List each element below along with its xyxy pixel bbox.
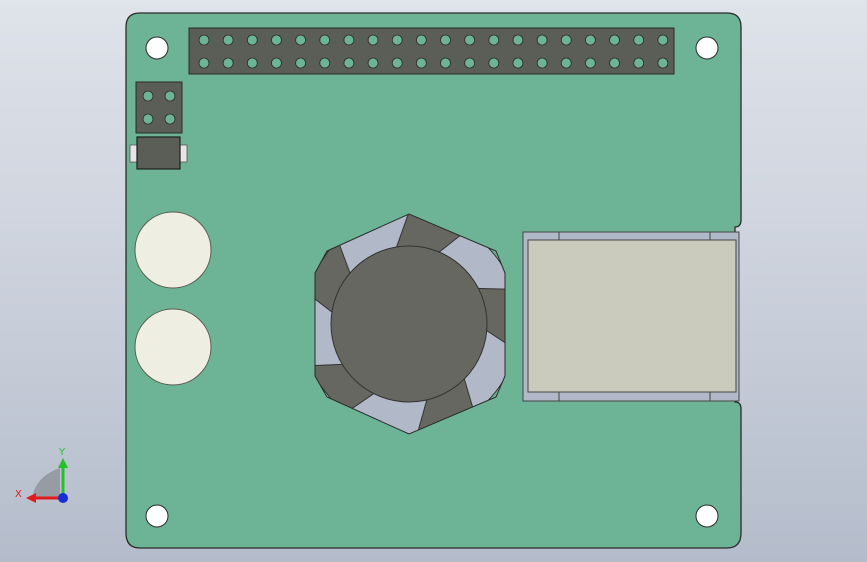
smd-body (136, 136, 181, 170)
gpio-pin (560, 34, 572, 46)
x-axis-arrowhead (26, 493, 36, 503)
buzzer-top (134, 211, 212, 289)
gpio-pin (415, 34, 427, 46)
gpio-pin (512, 34, 524, 46)
y-axis-label: Y (58, 447, 66, 458)
gpio-pin (222, 57, 234, 69)
axis-triad: Y X (15, 447, 68, 503)
gpio-pin (222, 34, 234, 46)
cad-viewport[interactable]: Y X (0, 0, 867, 562)
small-header[interactable] (135, 81, 183, 134)
mounting-hole-bottom-right (695, 504, 719, 528)
gpio-pin (609, 57, 620, 69)
gpio-pin (536, 57, 548, 69)
gpio-pin (585, 57, 596, 69)
gpio-pin (246, 57, 258, 69)
side-connector[interactable] (522, 231, 740, 402)
gpio-pin (319, 34, 331, 46)
gpio-pin (246, 34, 258, 46)
gpio-pin (415, 57, 427, 69)
gpio-pin (198, 34, 210, 46)
small-header-pin (142, 90, 154, 102)
gpio-pin (657, 57, 669, 69)
mounting-hole-top-left (145, 36, 169, 60)
gpio-pin (488, 57, 500, 69)
gpio-pin (633, 57, 645, 69)
smd-component[interactable] (129, 136, 188, 170)
gpio-pin (343, 34, 355, 46)
small-header-body (135, 81, 183, 134)
gpio-pin (585, 34, 596, 46)
x-axis-label: X (15, 489, 22, 500)
gpio-pin (319, 57, 331, 69)
gpio-pin (560, 57, 572, 69)
gpio-pin (512, 57, 524, 69)
y-axis-arrowhead (58, 458, 68, 468)
gpio-pin (657, 34, 669, 46)
fan-hub (330, 245, 488, 403)
small-header-pin (142, 113, 154, 125)
gpio-pin (440, 57, 451, 69)
triad-plane-wedge (32, 468, 60, 498)
gpio-pin (464, 57, 476, 69)
small-header-pin (164, 90, 176, 102)
gpio-header[interactable] (188, 27, 675, 75)
gpio-pin (488, 34, 500, 46)
gpio-pin (464, 34, 476, 46)
gpio-pin (198, 57, 210, 69)
smd-lead-right (179, 144, 188, 163)
gpio-pin (271, 57, 282, 69)
mounting-hole-bottom-left (145, 504, 169, 528)
gpio-pin (440, 34, 451, 46)
mounting-hole-top-right (695, 36, 719, 60)
gpio-pin (343, 57, 355, 69)
gpio-pin (295, 57, 307, 69)
gpio-pin (271, 34, 282, 46)
smd-lead-left (129, 144, 138, 163)
gpio-pin (391, 34, 403, 46)
gpio-pin (609, 34, 620, 46)
gpio-pin (536, 34, 548, 46)
z-axis-dot (58, 493, 68, 503)
gpio-pin (633, 34, 645, 46)
gpio-pin (295, 34, 307, 46)
gpio-pin (367, 34, 379, 46)
gpio-pin (391, 57, 403, 69)
small-header-pin (164, 113, 176, 125)
gpio-pin (367, 57, 379, 69)
connector-insert (527, 239, 737, 393)
buzzer-bottom (134, 308, 212, 386)
gpio-header-body (188, 27, 675, 75)
